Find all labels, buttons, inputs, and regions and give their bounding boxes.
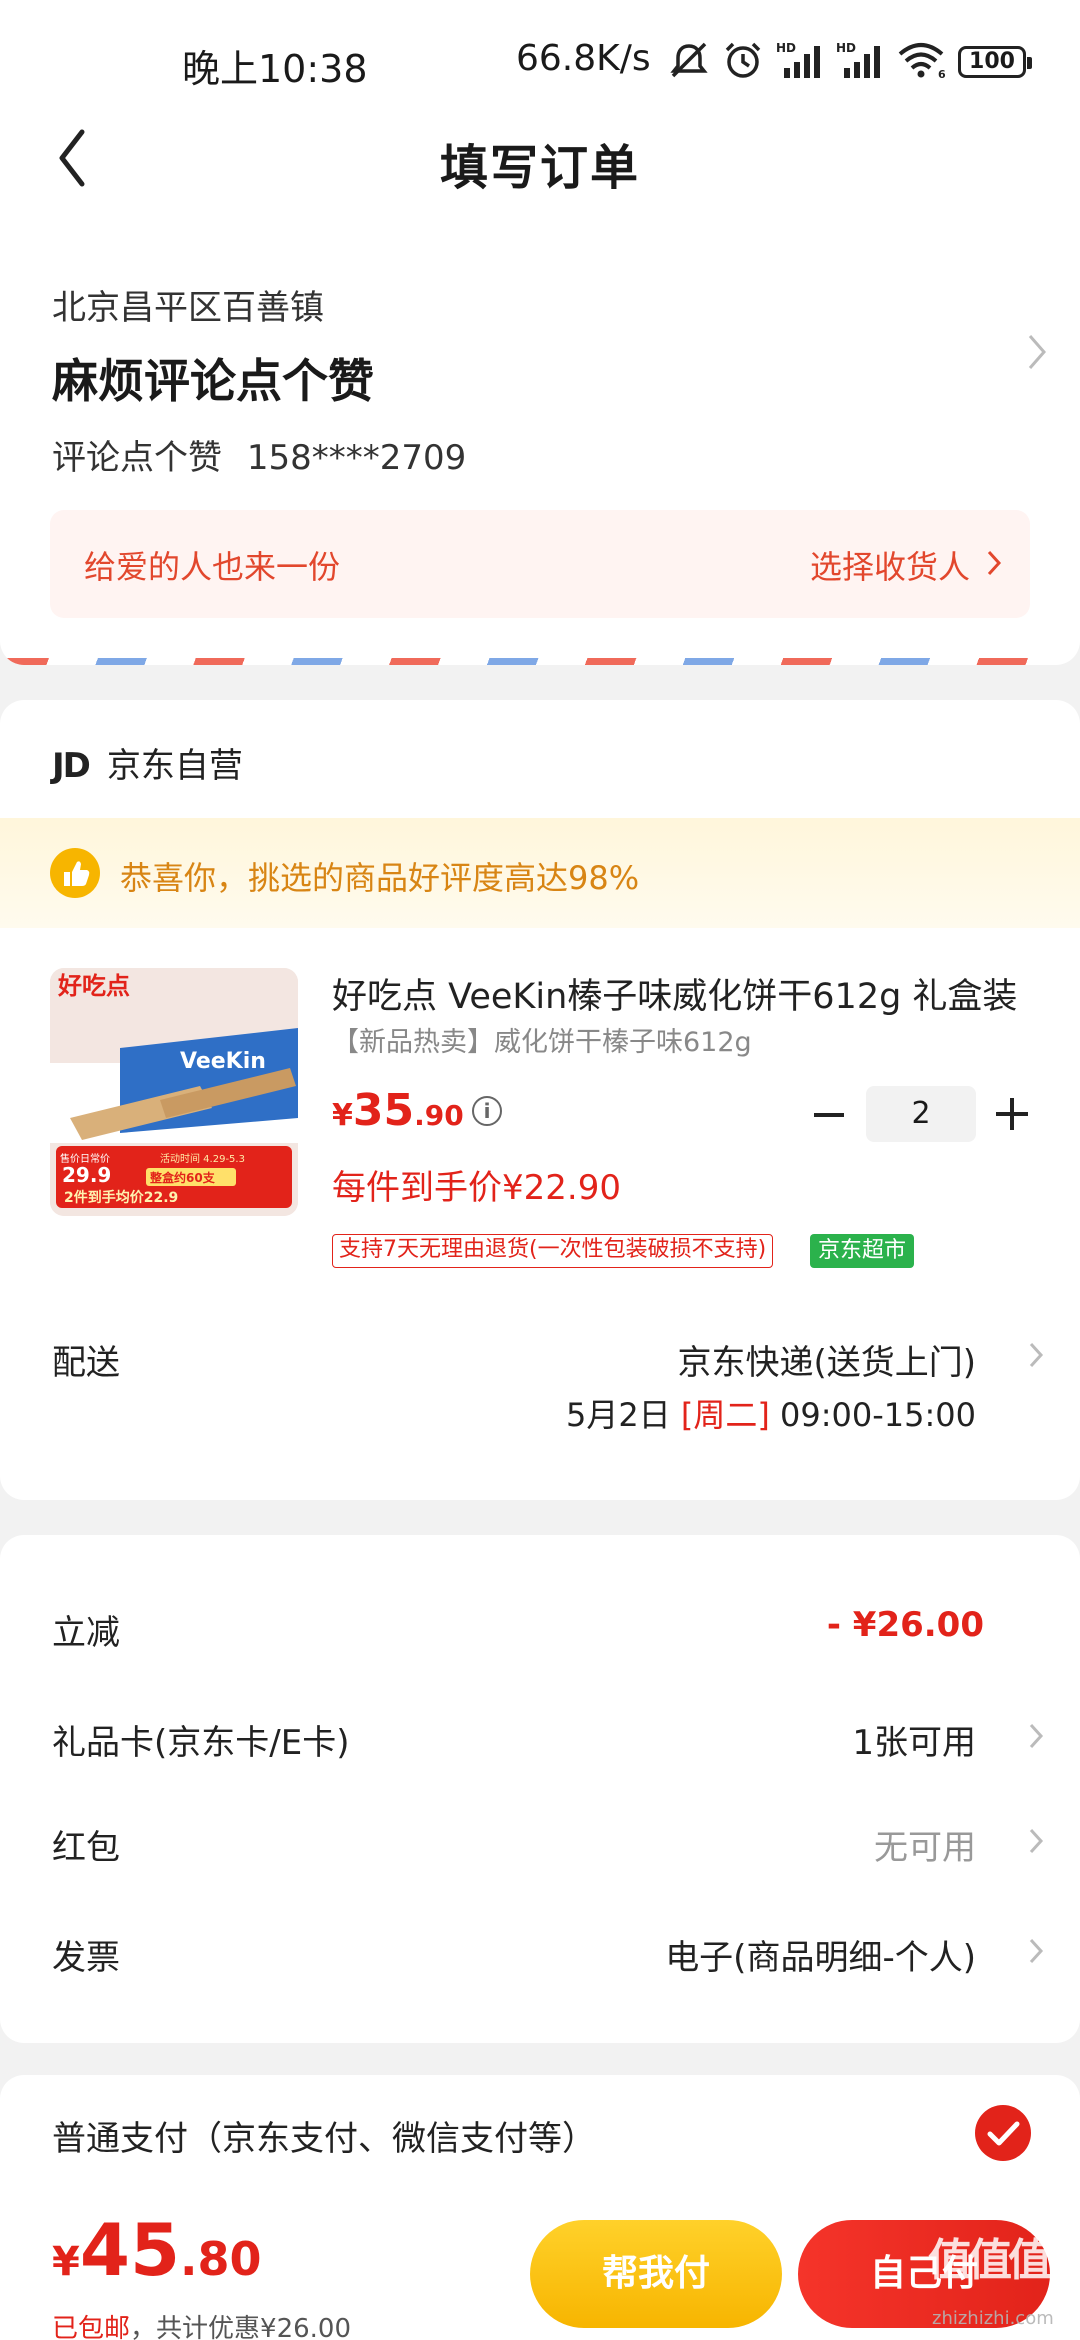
img-promo-count: 整盒约60支: [149, 1170, 216, 1185]
signal-hd-icon: HD: [776, 41, 820, 78]
praise-text: 恭喜你，挑选的商品好评度高达98%: [120, 859, 640, 897]
checkout-bar: ¥45.80 已包邮，共计优惠¥26.00 帮我付 自己付: [0, 2200, 1080, 2340]
svg-text:HD: HD: [776, 41, 796, 55]
choose-receiver-link[interactable]: 选择收货人: [810, 542, 970, 588]
thumbs-up-icon: [50, 848, 100, 898]
watermark-site: zhizhizhi.com: [932, 2308, 1054, 2329]
price-dec: .90: [414, 1099, 464, 1132]
signal-hd-icon: HD: [836, 41, 880, 78]
discount-note: ，共计优惠: [130, 2314, 261, 2340]
check-icon[interactable]: [975, 2105, 1031, 2161]
fee-value: 1张可用: [852, 1723, 976, 1763]
status-time: 晚上10:38: [182, 47, 368, 91]
payment-method-label: 普通支付（京东支付、微信支付等）: [52, 2119, 596, 2159]
chevron-right-icon: [1029, 1938, 1044, 1964]
product-subtitle: 【新品热卖】威化饼干榛子味612g: [332, 1027, 752, 1058]
product-price: ¥35.90: [332, 1085, 464, 1136]
store-header: JD 京东自营: [52, 738, 243, 787]
fee-row-gift-card[interactable]: 礼品卡(京东卡/E卡) 1张可用: [0, 1705, 1080, 1765]
fee-label: 红包: [52, 1828, 120, 1868]
total-note: 已包邮，共计优惠¥26.00: [52, 2308, 351, 2340]
fee-label: 立减: [52, 1613, 120, 1653]
chevron-right-icon[interactable]: [1026, 332, 1048, 372]
fee-label: 礼品卡(京东卡/E卡): [52, 1723, 350, 1763]
shipping-label: 配送: [52, 1343, 120, 1383]
price-int: 35: [352, 1085, 415, 1136]
help-pay-button[interactable]: 帮我付: [530, 2220, 782, 2328]
product-title[interactable]: 好吃点 VeeKin榛子味威化饼干612g 礼盒装: [332, 968, 1032, 1019]
chevron-right-icon: [1029, 1828, 1044, 1854]
store-name: 京东自营: [106, 746, 243, 786]
mute-icon: [670, 42, 708, 78]
img-promo-price: 29.9: [62, 1163, 111, 1187]
svg-text:6: 6: [938, 68, 946, 80]
contact-phone: 158****2709: [246, 438, 467, 478]
fees-card: 立减 - ¥26.00 礼品卡(京东卡/E卡) 1张可用 红包 无可用 发票 电…: [0, 1535, 1080, 2043]
address-card[interactable]: 北京昌平区百善镇 麻烦评论点个赞 评论点个赞 158****2709 给爱的人也…: [0, 220, 1080, 665]
product-image[interactable]: 好吃点 VeeKin 售价日常价 活动时间 4.29-5.3 29.9 整盒约6…: [50, 968, 298, 1216]
fee-value: 电子(商品明细-个人): [665, 1938, 976, 1978]
chevron-right-icon[interactable]: [1028, 1340, 1044, 1370]
img-product-text: VeeKin: [180, 1049, 266, 1074]
img-brand-text: 好吃点: [57, 972, 130, 1000]
praise-banner: 恭喜你，挑选的商品好评度高达98%: [0, 818, 1080, 928]
fee-row-discount: 立减 - ¥26.00: [0, 1595, 1080, 1655]
minus-icon[interactable]: [812, 1098, 846, 1132]
wifi-icon: 6: [898, 43, 946, 80]
gift-text: 给爱的人也来一份: [84, 548, 341, 586]
return-policy-tag: 支持7天无理由退货(一次性包装破损不支持): [332, 1234, 774, 1268]
total-price: ¥45.80: [52, 2208, 262, 2292]
quantity-stepper[interactable]: 2: [866, 1086, 976, 1142]
fee-value: - ¥26.00: [826, 1605, 984, 1645]
fee-row-invoice[interactable]: 发票 电子(商品明细-个人): [0, 1920, 1080, 1980]
address-region: 北京昌平区百善镇: [52, 288, 324, 328]
img-promo-avg: 2件到手均价22.9: [64, 1189, 178, 1206]
total-symbol: ¥: [52, 2239, 80, 2285]
total-int: 45: [79, 2208, 181, 2292]
shipping-method[interactable]: 京东快递(送货上门): [677, 1335, 976, 1384]
alarm-icon: [725, 42, 761, 78]
shipping-time: 5月2日 [周二] 09:00-15:00: [566, 1390, 976, 1436]
info-icon[interactable]: i: [472, 1096, 502, 1126]
gift-bar[interactable]: 给爱的人也来一份 选择收货人: [50, 510, 1030, 618]
watermark: 值值值: [928, 2235, 1052, 2286]
unit-price: 每件到手价¥22.90: [332, 1168, 621, 1208]
img-promo-date: 活动时间 4.29-5.3: [160, 1152, 245, 1165]
battery-icon: 100: [958, 46, 1032, 78]
jd-logo: JD: [52, 746, 91, 786]
airmail-divider: [0, 658, 1080, 665]
ship-weekday: [周二]: [680, 1396, 770, 1434]
free-shipping: 已包邮: [52, 2314, 131, 2340]
jd-market-tag: 京东超市: [810, 1234, 915, 1268]
chevron-right-icon: [1029, 1723, 1044, 1749]
fee-value: 无可用: [874, 1828, 976, 1868]
address-contact: 评论点个赞 158****2709: [52, 430, 466, 479]
price-symbol: ¥: [332, 1098, 353, 1133]
page-title: 填写订单: [439, 140, 640, 196]
chevron-right-icon: [987, 550, 1002, 576]
ship-date: 5月2日: [565, 1396, 671, 1434]
svg-text:HD: HD: [836, 41, 856, 55]
discount-value: ¥26.00: [260, 2314, 352, 2340]
total-dec: .80: [180, 2232, 262, 2286]
fee-row-red-packet[interactable]: 红包 无可用: [0, 1810, 1080, 1870]
status-net-speed: 66.8K/s: [516, 38, 651, 79]
store-card: JD 京东自营 恭喜你，挑选的商品好评度高达98% 好吃点 VeeKin 售价日常…: [0, 700, 1080, 1500]
nav-bar: 填写订单: [0, 100, 1080, 220]
fee-label: 发票: [52, 1938, 120, 1978]
contact-name: 评论点个赞: [52, 438, 222, 478]
address-detail: 麻烦评论点个赞: [52, 354, 374, 408]
ship-window: 09:00-15:00: [780, 1396, 976, 1434]
plus-icon[interactable]: [994, 1096, 1030, 1132]
